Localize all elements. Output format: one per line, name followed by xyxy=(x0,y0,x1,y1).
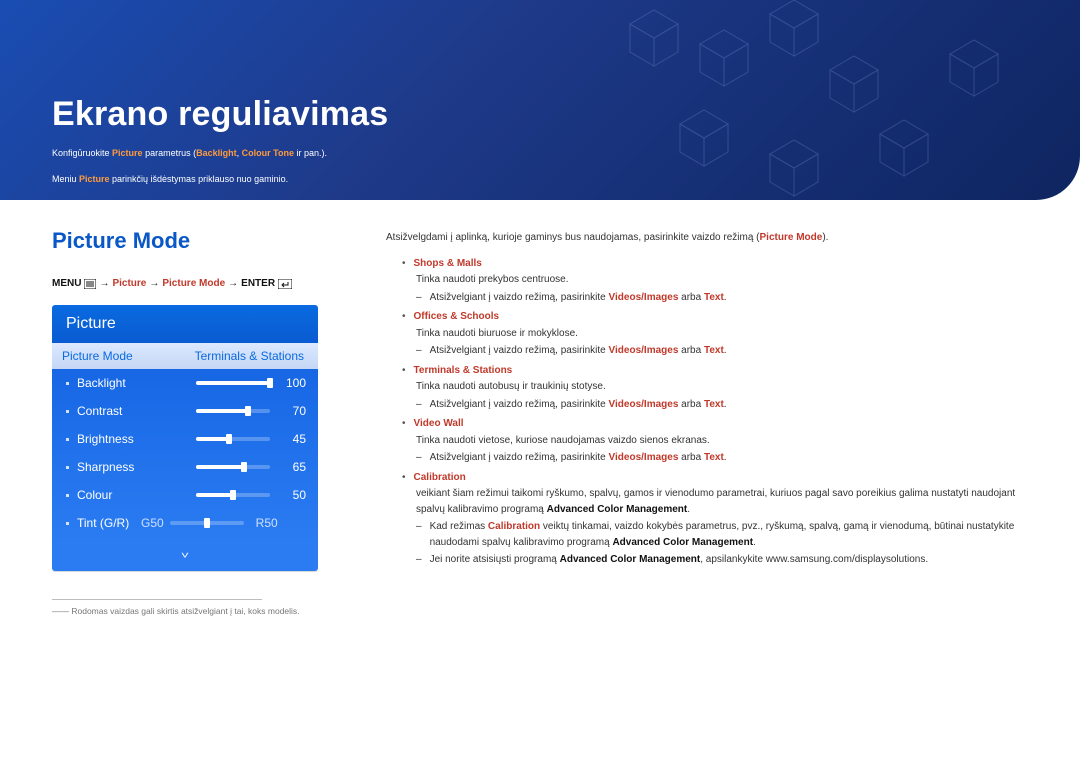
mode-name: Calibration xyxy=(414,470,466,486)
enter-icon xyxy=(278,279,292,289)
slider-track[interactable] xyxy=(196,409,270,413)
osd-slider-label: Brightness xyxy=(77,432,196,446)
osd-picture-mode-row[interactable]: Picture Mode Terminals & Stations xyxy=(52,343,318,369)
osd-tint-g: G50 xyxy=(141,516,164,530)
mode-subitem: ‒Atsižvelgiant į vaizdo režimą, pasirink… xyxy=(416,343,1032,359)
mode-desc: Tinka naudoti biuruose ir mokyklose. xyxy=(416,326,1032,342)
mode-desc: Tinka naudoti prekybos centruose. xyxy=(416,272,1032,288)
osd-slider-label: Backlight xyxy=(77,376,196,390)
osd-slider-row[interactable]: Sharpness 65 xyxy=(52,453,318,481)
footnote: ―― Rodomas vaizdas gali skirtis atsižvel… xyxy=(52,606,352,616)
mode-item: •Terminals & Stations xyxy=(402,363,1032,379)
page-title: Ekrano reguliavimas xyxy=(52,95,1028,134)
osd-tint-row[interactable]: Tint (G/R)G50 R50 xyxy=(52,509,318,537)
osd-slider-label: Colour xyxy=(77,488,196,502)
osd-picture-mode-value: Terminals & Stations xyxy=(185,343,318,369)
intro-text: Atsižvelgdami į aplinką, kurioje gaminys… xyxy=(386,230,1032,246)
osd-slider-row[interactable]: Backlight 100 xyxy=(52,369,318,397)
osd-slider-row[interactable]: Contrast 70 xyxy=(52,397,318,425)
osd-slider-label: Sharpness xyxy=(77,460,196,474)
mode-name: Terminals & Stations xyxy=(414,363,513,379)
mode-desc: veikiant šiam režimui taikomi ryškumo, s… xyxy=(416,486,1032,517)
slider-track[interactable] xyxy=(196,493,270,497)
osd-header: Picture xyxy=(52,305,318,343)
osd-slider-value: 50 xyxy=(278,488,306,502)
slider-track[interactable] xyxy=(196,437,270,441)
breadcrumb: MENU → Picture → Picture Mode → ENTER xyxy=(52,278,352,289)
osd-tint-label: Tint (G/R) xyxy=(77,516,141,530)
mode-desc: Tinka naudoti vietose, kuriose naudojama… xyxy=(416,433,1032,449)
osd-picture-mode-label: Picture Mode xyxy=(52,343,185,369)
mode-item: •Calibration xyxy=(402,470,1032,486)
divider xyxy=(52,599,262,600)
mode-name: Shops & Malls xyxy=(414,256,482,272)
banner-subtext-2: Meniu Picture parinkčių išdėstymas prikl… xyxy=(52,172,1028,186)
osd-slider-value: 100 xyxy=(278,376,306,390)
mode-list: •Shops & MallsTinka naudoti prekybos cen… xyxy=(386,256,1032,568)
mode-item: •Video Wall xyxy=(402,416,1032,432)
osd-scroll-down[interactable]: ˅ xyxy=(52,543,318,571)
mode-subitem: ‒Atsižvelgiant į vaizdo režimą, pasirink… xyxy=(416,290,1032,306)
mode-name: Video Wall xyxy=(414,416,464,432)
osd-panel: Picture Picture Mode Terminals & Station… xyxy=(52,305,318,571)
mode-item: •Shops & Malls xyxy=(402,256,1032,272)
mode-desc: Tinka naudoti autobusų ir traukinių stot… xyxy=(416,379,1032,395)
mode-item: •Offices & Schools xyxy=(402,309,1032,325)
page-header: Ekrano reguliavimas Konfigūruokite Pictu… xyxy=(0,0,1080,200)
mode-subitem: ‒Atsižvelgiant į vaizdo režimą, pasirink… xyxy=(416,397,1032,413)
slider-track[interactable] xyxy=(170,521,244,525)
osd-slider-list: Backlight 100 Contrast 70 Brightness 45 Sharpn… xyxy=(52,369,318,543)
osd-slider-value: 70 xyxy=(278,404,306,418)
slider-track[interactable] xyxy=(196,381,270,385)
osd-slider-row[interactable]: Brightness 45 xyxy=(52,425,318,453)
mode-subitem: ‒Atsižvelgiant į vaizdo režimą, pasirink… xyxy=(416,450,1032,466)
osd-slider-row[interactable]: Colour 50 xyxy=(52,481,318,509)
banner-subtext-1: Konfigūruokite Picture parametrus (Backl… xyxy=(52,146,1028,160)
osd-slider-value: 45 xyxy=(278,432,306,446)
mode-name: Offices & Schools xyxy=(414,309,500,325)
mode-subitem: ‒Kad režimas Calibration veiktų tinkamai… xyxy=(416,519,1032,550)
menu-icon xyxy=(84,279,96,289)
slider-track[interactable] xyxy=(196,465,270,469)
osd-slider-label: Contrast xyxy=(77,404,196,418)
section-title: Picture Mode xyxy=(52,228,352,254)
osd-slider-value: 65 xyxy=(278,460,306,474)
mode-subitem: ‒Jei norite atsisiųsti programą Advanced… xyxy=(416,552,1032,568)
chevron-down-icon: ˅ xyxy=(181,549,189,560)
osd-tint-r: R50 xyxy=(250,516,278,530)
